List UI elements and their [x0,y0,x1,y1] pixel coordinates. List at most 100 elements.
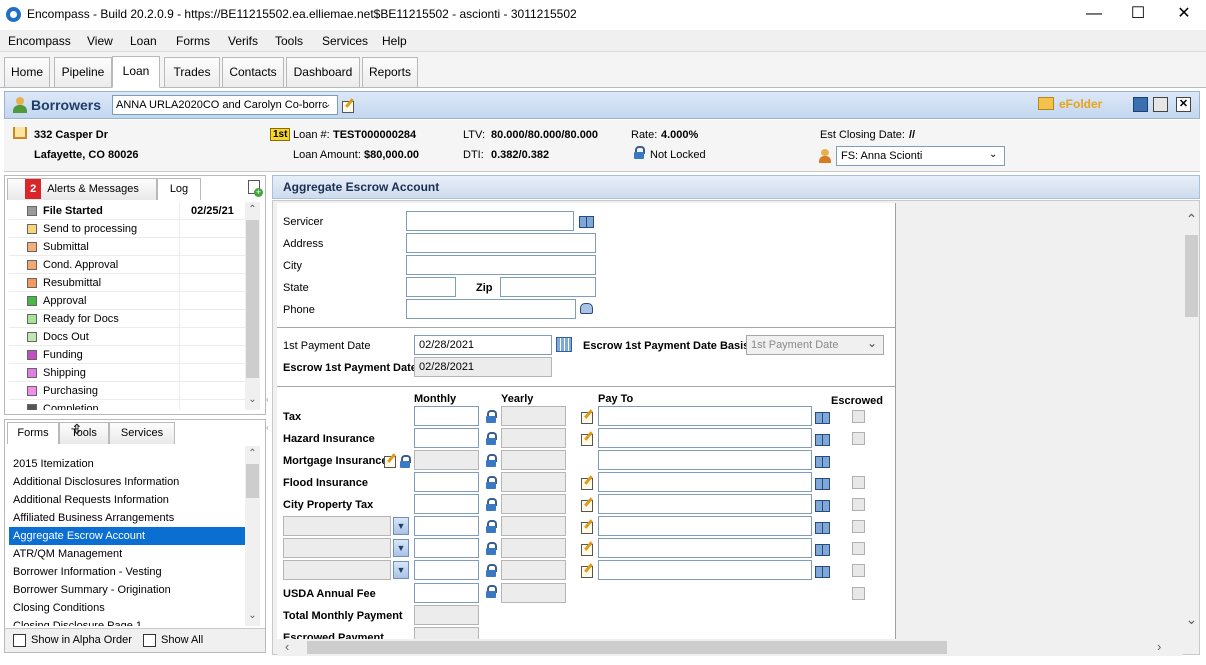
efolder-icon[interactable] [1038,97,1054,110]
menu-verifs[interactable]: Verifs [228,34,258,48]
address-book-icon[interactable] [815,434,830,446]
escrowed-checkbox[interactable] [852,476,865,489]
alerts-scroll-thumb[interactable] [246,220,259,378]
escrow-monthly-input[interactable] [414,428,479,448]
lock-icon[interactable] [485,476,497,489]
milestone-row[interactable]: Funding [9,346,245,364]
tab-tools[interactable]: Tools [59,422,109,444]
lock-icon[interactable] [485,454,497,467]
milestone-row[interactable]: Submittal [9,238,245,256]
tab-pipeline[interactable]: Pipeline [54,57,112,87]
milestone-row[interactable]: Resubmittal [9,274,245,292]
tab-home[interactable]: Home [4,57,50,87]
chevron-up-icon[interactable]: ⌃ [1184,211,1199,228]
edit-payto-icon[interactable] [581,432,594,446]
menu-tools[interactable]: Tools [275,34,303,48]
payto-input[interactable] [598,494,812,514]
chevron-up-icon[interactable]: ⌃ [245,204,260,215]
custom-escrow-select[interactable] [283,560,391,580]
phone-icon[interactable] [580,303,593,314]
zip-input[interactable] [500,277,596,297]
address-book-icon[interactable] [815,456,830,468]
chevron-right-icon[interactable]: › [1157,639,1161,654]
lock-icon[interactable] [485,542,497,555]
address-input[interactable] [406,233,596,253]
lock-icon[interactable] [485,585,497,598]
borrower-pair-select[interactable]: ANNA URLA2020CO and Carolyn Co-borrc [112,95,338,115]
menu-loan[interactable]: Loan [130,34,157,48]
add-log-entry-icon[interactable]: + [248,180,263,197]
form-list-item[interactable]: ATR/QM Management [9,545,246,563]
tab-log[interactable]: Log [157,178,201,200]
tab-dashboard[interactable]: Dashboard [286,57,360,87]
milestone-row[interactable]: Send to processing [9,220,245,238]
chevron-down-icon[interactable]: ▼ [393,539,409,557]
phone-input[interactable] [406,299,576,319]
forms-scrollbar[interactable]: ⌃ ⌄ [245,446,260,626]
edit-payto-icon[interactable] [581,520,594,534]
edit-payto-icon[interactable] [581,476,594,490]
usda-monthly-input[interactable] [414,583,479,603]
close-loan-icon[interactable]: ✕ [1176,97,1191,112]
edit-mi-icon[interactable] [384,454,397,468]
form-list-item[interactable]: Additional Disclosures Information [9,473,246,491]
payto-input[interactable] [598,428,812,448]
address-book-icon[interactable] [815,544,830,556]
tab-alerts-messages[interactable]: 2 Alerts & Messages [7,178,157,200]
milestone-row[interactable]: Purchasing [9,382,245,400]
address-book-icon[interactable] [815,478,830,490]
payto-input[interactable] [598,472,812,492]
minimize-button[interactable]: — [1072,0,1116,30]
form-list-item[interactable]: 2015 Itemization [9,455,246,473]
custom-escrow-select[interactable] [283,538,391,558]
tab-services[interactable]: Services [109,422,175,444]
address-book-icon[interactable] [815,522,830,534]
escrowed-checkbox[interactable] [852,542,865,555]
efolder-button[interactable]: eFolder [1059,97,1102,111]
payto-input[interactable] [598,406,812,426]
escrow-monthly-input[interactable] [414,538,479,558]
tab-forms[interactable]: Forms [7,422,59,444]
escrow-monthly-input[interactable] [414,406,479,426]
form-vertical-thumb[interactable] [1185,235,1198,317]
chevron-down-icon[interactable]: ▼ [393,561,409,579]
address-book-icon[interactable] [815,566,830,578]
show-all-checkbox[interactable] [143,634,156,647]
custom-escrow-select[interactable] [283,516,391,536]
form-list-item[interactable]: Closing Conditions [9,599,246,617]
servicer-input[interactable] [406,211,574,231]
edit-payto-icon[interactable] [581,410,594,424]
form-horizontal-thumb[interactable] [307,641,947,654]
chevron-down-icon[interactable]: ⌄ [1184,611,1199,628]
address-book-icon[interactable] [815,412,830,424]
lock-icon[interactable] [485,410,497,423]
lock-icon[interactable] [485,520,497,533]
form-list-item[interactable]: Borrower Summary - Origination [9,581,246,599]
city-input[interactable] [406,255,596,275]
escrow-monthly-input[interactable] [414,516,479,536]
lock-icon[interactable] [485,498,497,511]
lock-icon[interactable] [485,564,497,577]
tab-contacts[interactable]: Contacts [222,57,284,87]
maximize-button[interactable]: ☐ [1116,0,1160,30]
milestone-row[interactable]: Ready for Docs [9,310,245,328]
form-horizontal-scrollbar[interactable]: ‹ › [277,639,1183,656]
edit-payto-icon[interactable] [581,542,594,556]
milestone-row[interactable]: Cond. Approval [9,256,245,274]
chevron-down-icon[interactable]: ▼ [393,517,409,535]
chevron-down-icon[interactable]: ⌄ [245,394,260,405]
menu-help[interactable]: Help [382,34,407,48]
calendar-icon[interactable] [556,337,572,352]
milestone-row[interactable]: Approval [9,292,245,310]
chevron-up-icon[interactable]: ⌃ [245,448,260,459]
escrowed-checkbox[interactable] [852,432,865,445]
milestone-row[interactable]: Docs Out [9,328,245,346]
edit-borrower-icon[interactable] [342,99,355,113]
panel-splitter[interactable]: ‹ ‹ [266,395,270,435]
chevron-left-icon[interactable]: ‹ [285,639,289,654]
form-list-item[interactable]: Affiliated Business Arrangements [9,509,246,527]
tab-reports[interactable]: Reports [362,57,418,87]
form-list-item[interactable]: Aggregate Escrow Account [9,527,246,545]
lock-icon[interactable] [399,455,411,468]
menu-encompass[interactable]: Encompass [8,34,71,48]
